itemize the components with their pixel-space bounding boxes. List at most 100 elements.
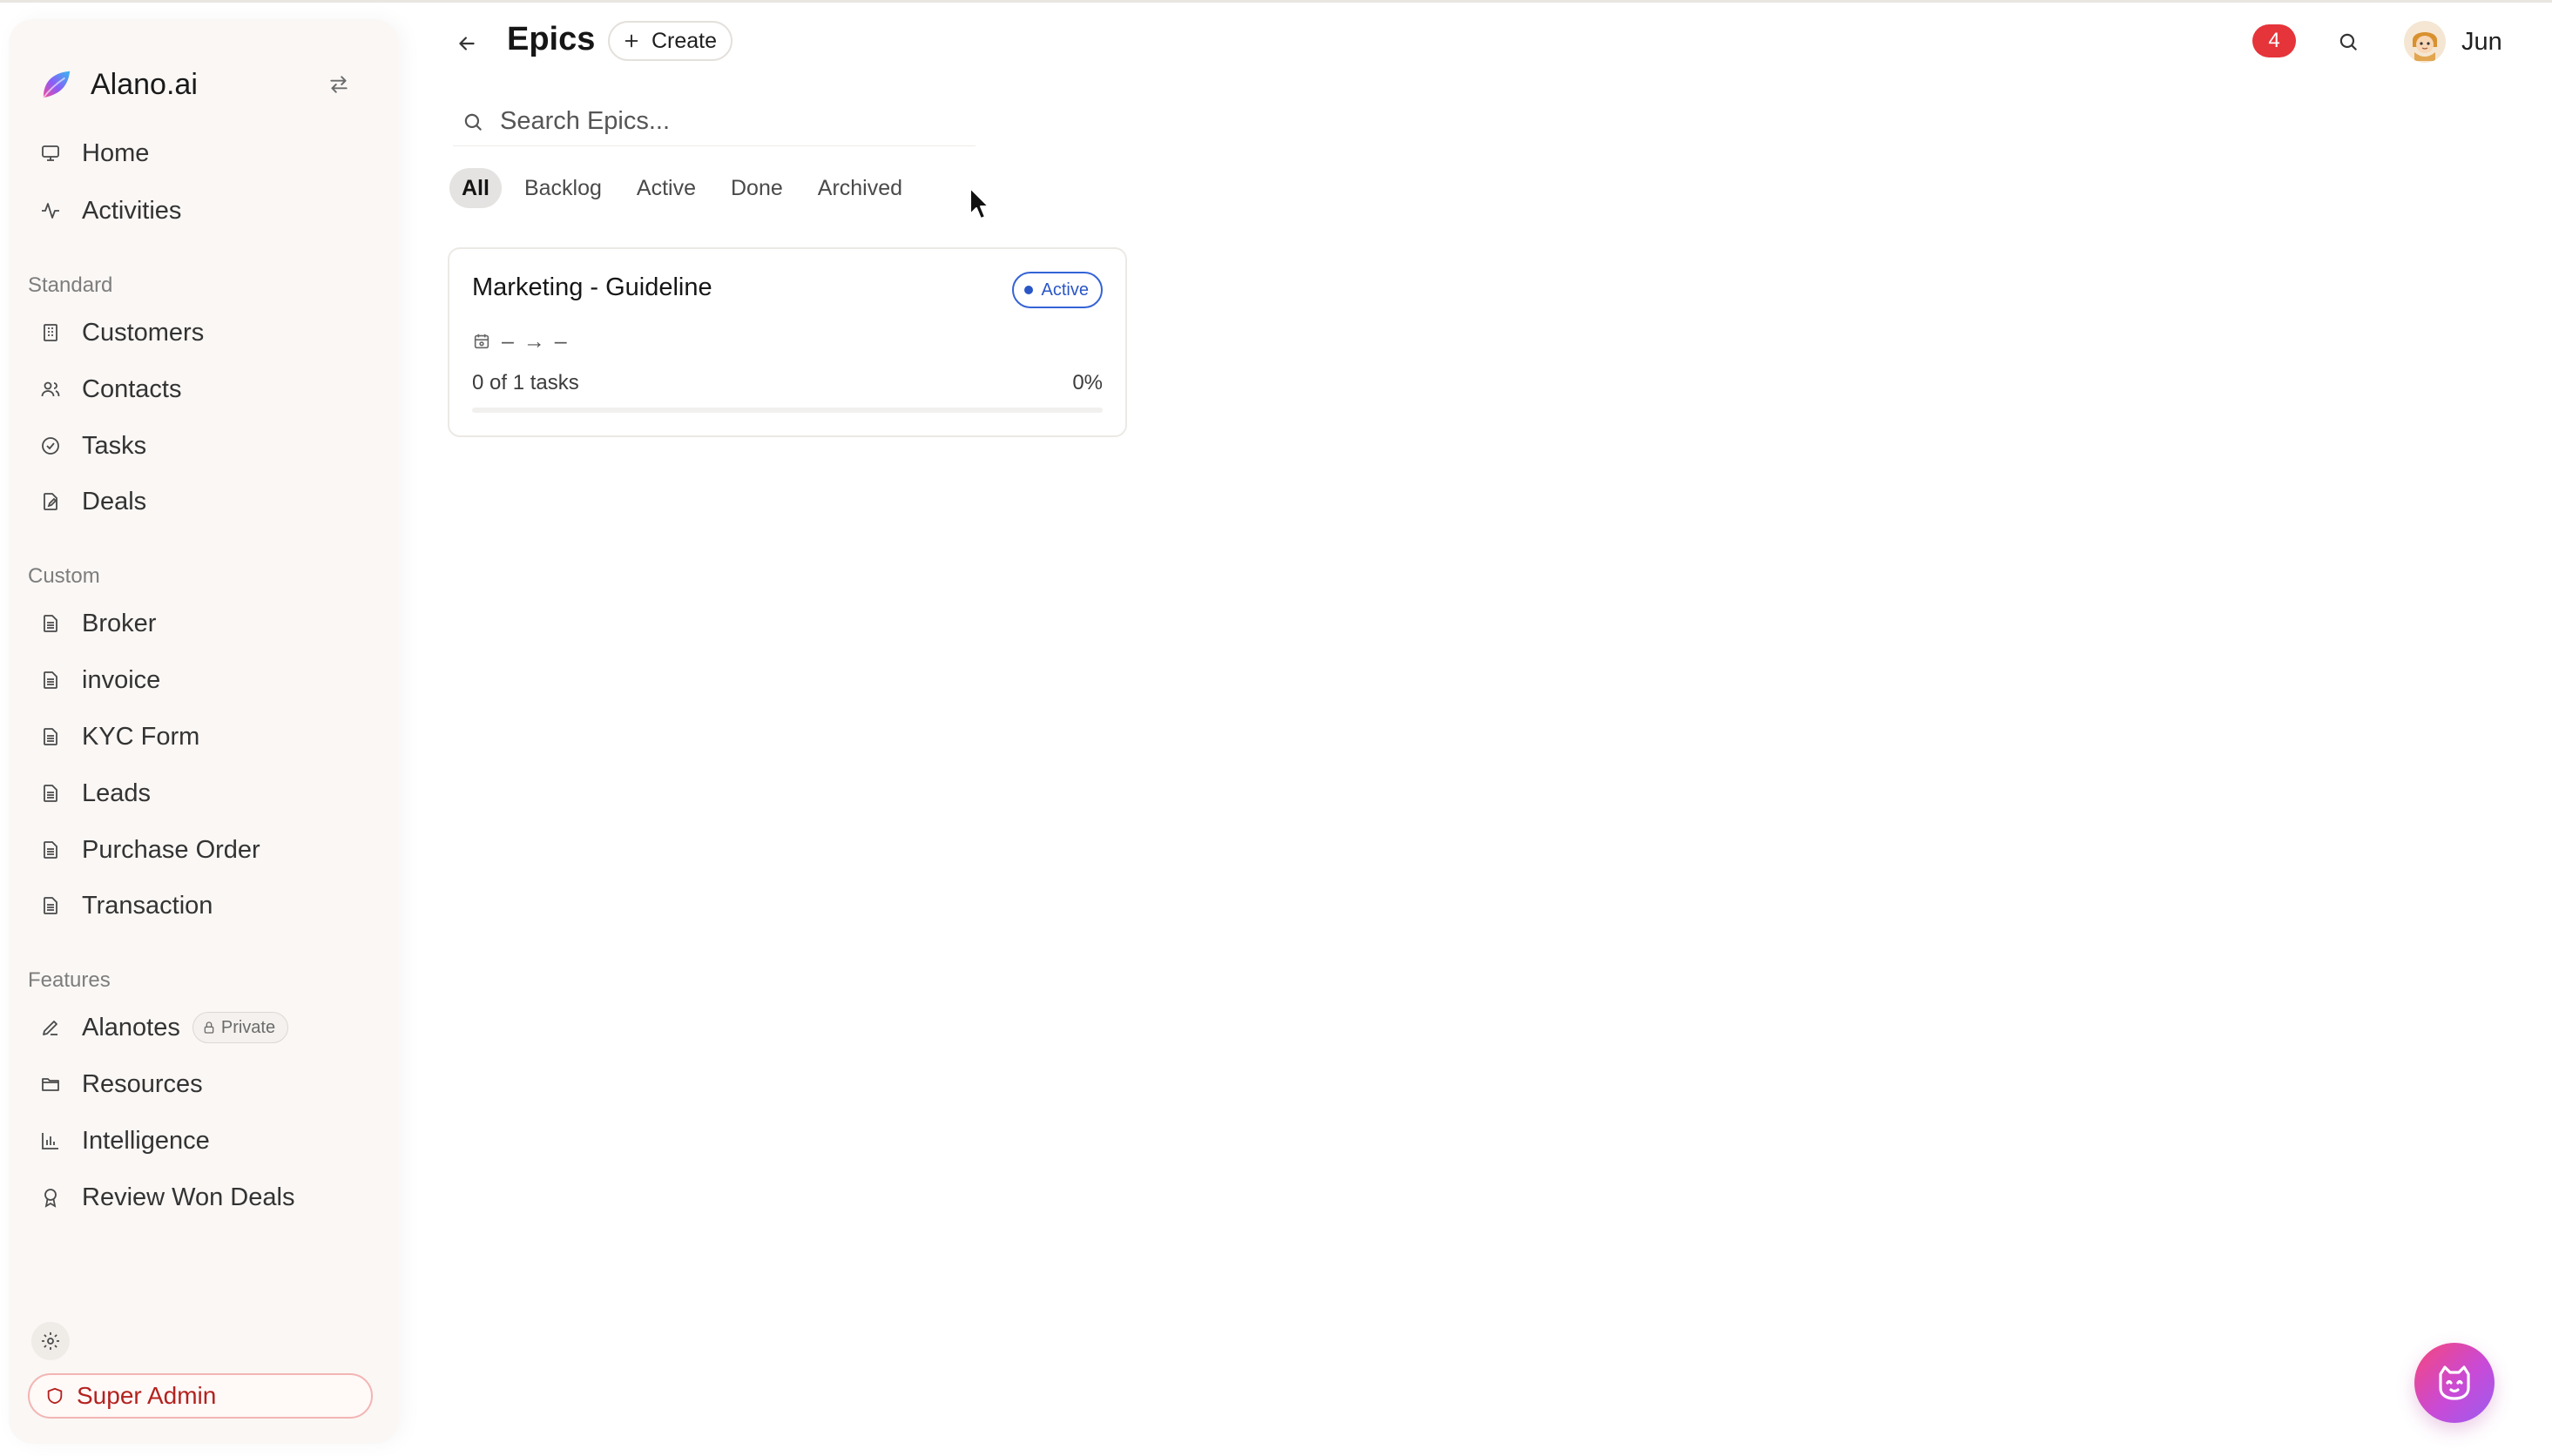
calendar-icon (474, 334, 489, 349)
brand[interactable]: Alano.ai (40, 63, 198, 106)
tab-archived[interactable]: Archived (806, 168, 915, 208)
epic-task-count: 0 of 1 tasks (472, 371, 579, 394)
sidebar-item-label: Tasks (82, 431, 147, 460)
document-icon (38, 781, 63, 806)
plus-icon (624, 34, 638, 48)
users-icon (38, 377, 63, 401)
document-icon (38, 611, 63, 636)
super-admin-button[interactable]: Super Admin (28, 1373, 373, 1419)
search-icon (2339, 33, 2357, 51)
global-search-button[interactable] (2331, 24, 2366, 59)
shield-icon (47, 1387, 63, 1405)
sidebar-item-label: Leads (82, 779, 152, 807)
status-dot (1023, 286, 1033, 294)
brand-name: Alano.ai (91, 67, 198, 101)
sidebar-item-resources[interactable]: Resources (30, 1062, 369, 1107)
sidebar-item-purchase-order[interactable]: Purchase Order (30, 827, 369, 873)
private-badge-label: Private (220, 1017, 276, 1037)
section-label-standard: Standard (28, 273, 113, 297)
create-button-label: Create (652, 28, 718, 53)
epic-card[interactable]: Marketing - Guideline Active – → – 0 of … (448, 247, 1127, 437)
user-menu[interactable]: Jun (2404, 19, 2502, 64)
sidebar-item-customers[interactable]: Customers (30, 310, 369, 355)
file-edit-icon (38, 489, 63, 514)
collapse-sidebar-button[interactable] (322, 68, 355, 101)
sidebar-item-label: Alanotes (82, 1013, 180, 1041)
sidebar-item-deals[interactable]: Deals (30, 479, 369, 524)
search-input[interactable] (500, 107, 953, 136)
document-icon (38, 725, 63, 749)
document-icon (38, 838, 63, 862)
lock-icon (204, 1021, 214, 1034)
tab-backlog[interactable]: Backlog (512, 168, 614, 208)
mouse-cursor-icon (969, 187, 989, 219)
award-icon (38, 1185, 63, 1210)
epic-progress-percent: 0% (1072, 371, 1103, 394)
tab-all[interactable]: All (449, 168, 502, 208)
document-icon (38, 668, 63, 692)
settings-button[interactable] (31, 1322, 70, 1360)
sidebar-item-invoice[interactable]: invoice (30, 657, 369, 703)
sidebar-item-contacts[interactable]: Contacts (30, 367, 369, 412)
assistant-chat-button[interactable] (2414, 1343, 2495, 1423)
epic-dates: – → – (502, 328, 569, 354)
top-border (0, 0, 2552, 3)
notification-badge[interactable]: 4 (2252, 24, 2296, 57)
sidebar-item-label: Home (82, 138, 150, 167)
folder-icon (38, 1072, 63, 1096)
activity-icon (38, 199, 63, 223)
section-label-custom: Custom (28, 564, 100, 588)
sidebar-item-transaction[interactable]: Transaction (30, 883, 369, 928)
gear-icon (42, 1332, 59, 1350)
search-icon (464, 113, 482, 131)
sidebar-item-intelligence[interactable]: Intelligence (30, 1118, 369, 1163)
status-filter-tabs: All Backlog Active Done Archived (449, 167, 925, 209)
swap-arrows-icon (330, 76, 348, 93)
sidebar-item-label: Transaction (82, 891, 213, 920)
brand-logo-icon (43, 71, 71, 98)
create-button[interactable]: Create (608, 21, 733, 61)
sidebar-item-label: Activities (82, 196, 182, 225)
sidebar-item-alanotes[interactable]: Alanotes Private (30, 1005, 369, 1050)
arrow-left-icon (459, 37, 475, 51)
sidebar-item-leads[interactable]: Leads (30, 771, 369, 816)
sidebar-item-label: Customers (82, 318, 205, 347)
sidebar-item-label: invoice (82, 665, 161, 694)
avatar-icon (2406, 23, 2444, 61)
page-title: Epics (507, 21, 596, 57)
sidebar-item-label: Review Won Deals (82, 1183, 295, 1211)
sidebar-item-label: Resources (82, 1069, 203, 1098)
epic-date-range: – → – (472, 326, 569, 357)
document-icon (38, 893, 63, 918)
sidebar-item-home[interactable]: Home (30, 131, 369, 176)
cat-face-icon (2439, 1365, 2470, 1400)
check-circle-icon (38, 434, 63, 458)
sidebar-item-kyc-form[interactable]: KYC Form (30, 714, 369, 759)
tab-done[interactable]: Done (719, 168, 795, 208)
user-name: Jun (2461, 27, 2502, 56)
back-button[interactable] (449, 26, 484, 61)
sidebar-item-label: Deals (82, 487, 147, 516)
status-badge: Active (1011, 272, 1103, 308)
sidebar-item-activities[interactable]: Activities (30, 188, 369, 233)
building-icon (38, 320, 63, 345)
sidebar-item-broker[interactable]: Broker (30, 601, 369, 646)
sidebar-item-label: Intelligence (82, 1126, 210, 1155)
sidebar-item-label: Purchase Order (82, 835, 260, 864)
epic-progress-bar (472, 408, 1103, 413)
super-admin-label: Super Admin (77, 1382, 217, 1409)
section-label-features: Features (28, 968, 111, 992)
sidebar-item-tasks[interactable]: Tasks (30, 423, 369, 468)
epic-search (453, 98, 976, 146)
sidebar-item-label: Broker (82, 609, 157, 637)
avatar (2404, 21, 2446, 63)
bar-chart-icon (38, 1129, 63, 1153)
sidebar-item-review-won-deals[interactable]: Review Won Deals (30, 1175, 369, 1220)
sidebar-item-label: Contacts (82, 374, 182, 403)
monitor-icon (38, 141, 63, 165)
sidebar-item-label: KYC Form (82, 722, 200, 751)
private-badge: Private (192, 1012, 289, 1043)
epic-title: Marketing - Guideline (472, 273, 712, 301)
tab-active[interactable]: Active (624, 168, 708, 208)
status-label: Active (1041, 280, 1089, 300)
